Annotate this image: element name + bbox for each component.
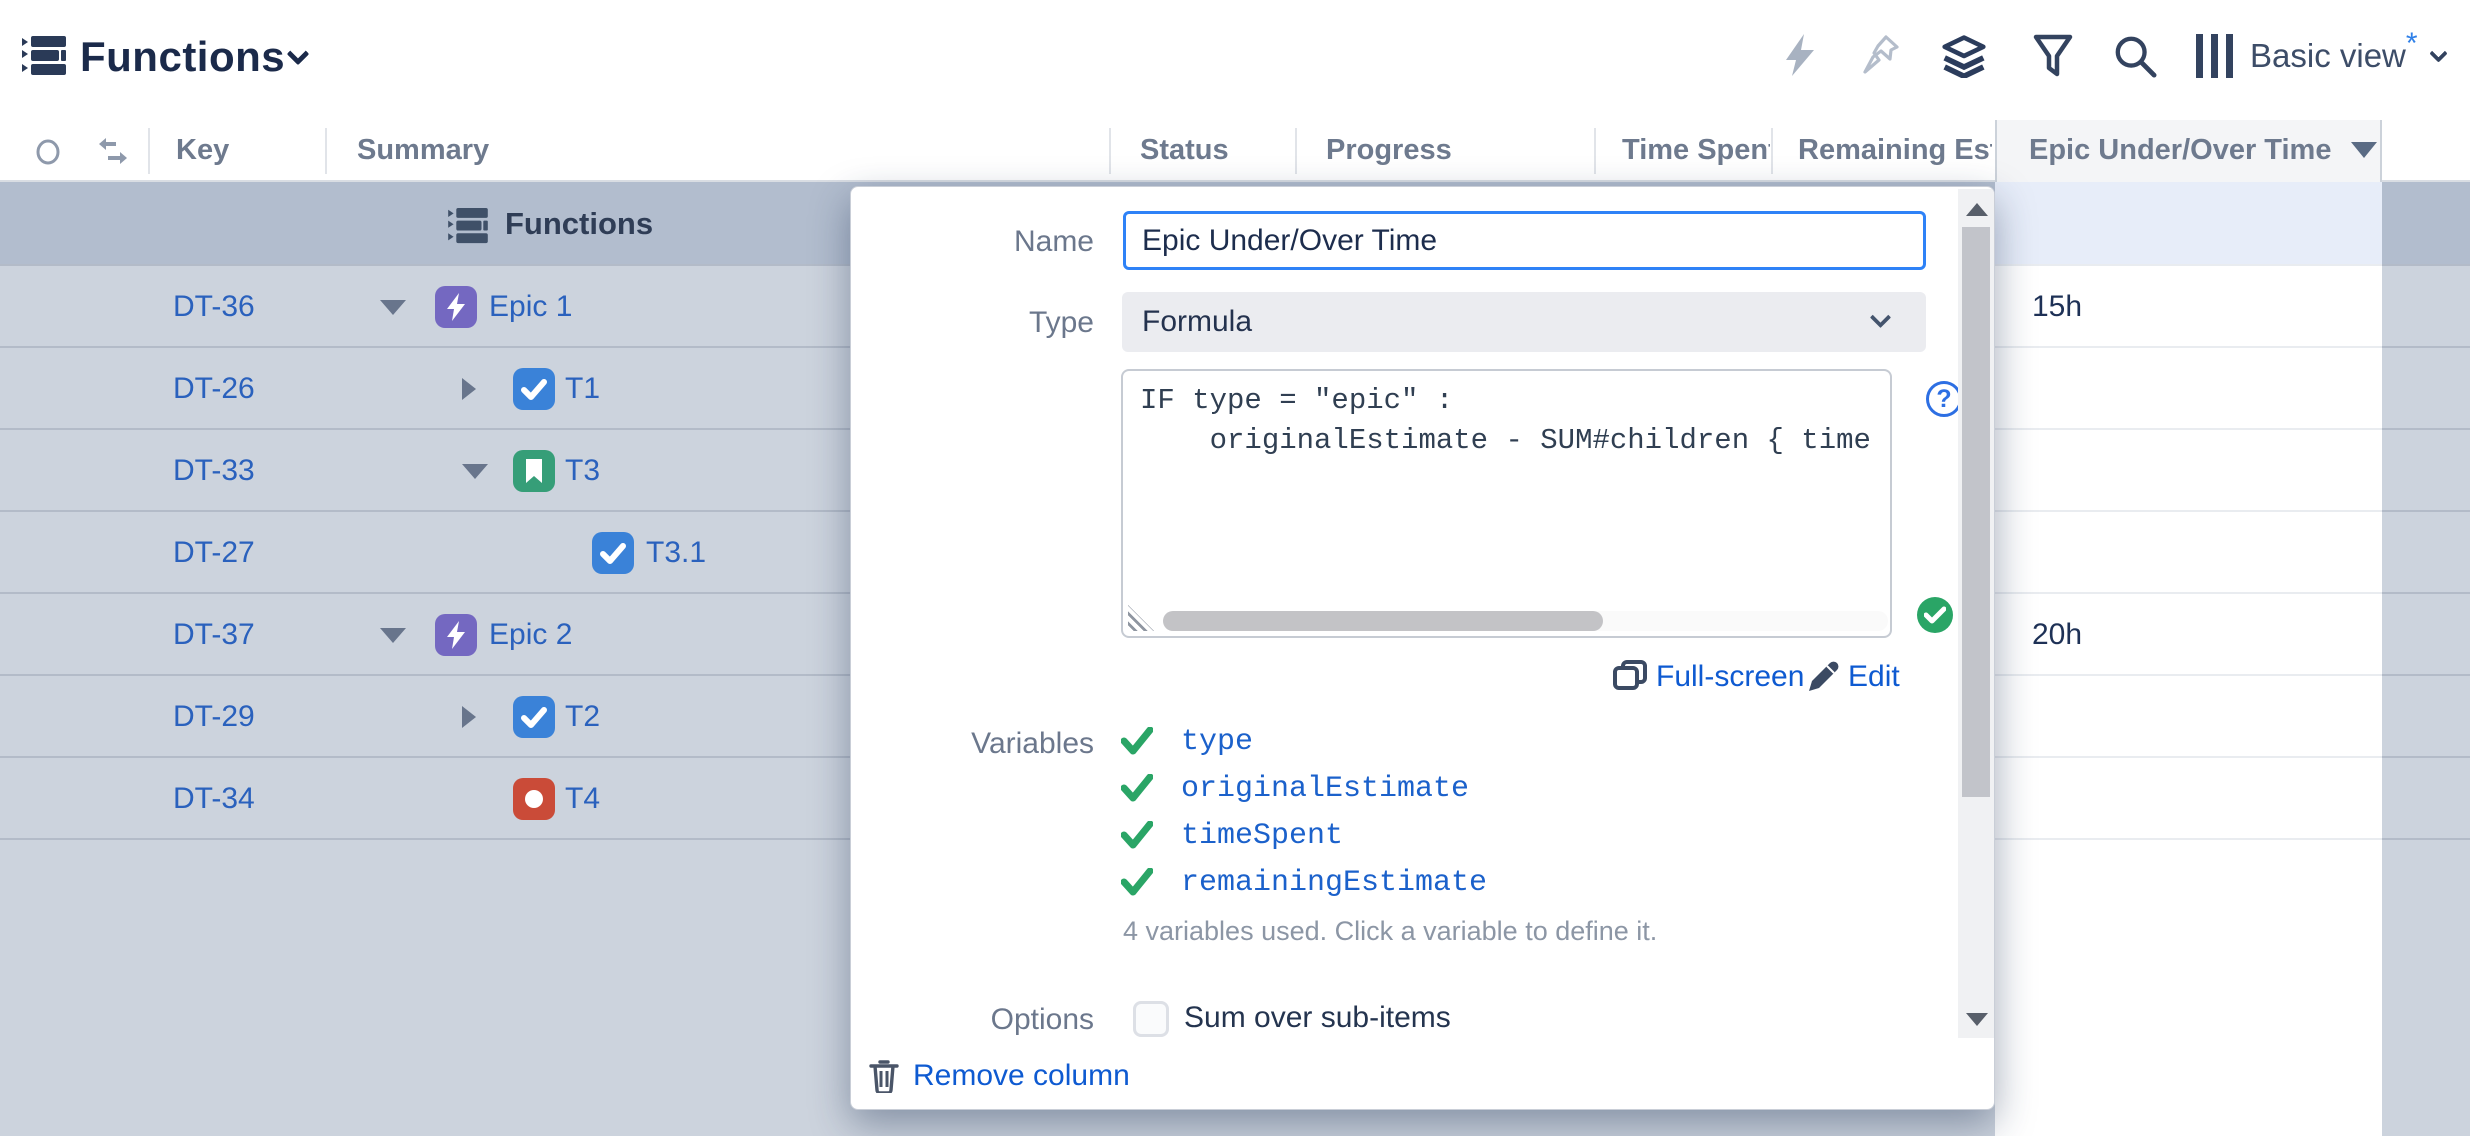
variables-label: Variables [891, 727, 1094, 761]
task-issue-type-icon [592, 532, 634, 574]
column-header-remaining-estimate[interactable]: Remaining Estimate [1798, 134, 1992, 167]
toolbar: Functions Basic view* [0, 0, 2470, 120]
issue-summary[interactable]: T4 [565, 782, 600, 816]
remove-column-link[interactable]: Remove column [913, 1059, 1130, 1093]
variables-note: 4 variables used. Click a variable to de… [1123, 916, 1657, 947]
structure-logo-icon [22, 36, 66, 76]
table-right-empty-area [2380, 182, 2470, 1136]
edit-pencil-icon[interactable] [1805, 657, 1843, 695]
sort-descending-icon [2351, 142, 2377, 158]
variable-defined-check-icon [1121, 868, 1153, 896]
trash-icon[interactable] [869, 1059, 899, 1093]
issue-key[interactable]: DT-34 [173, 782, 255, 816]
issue-summary[interactable]: T3.1 [646, 536, 706, 570]
task-issue-type-icon [513, 368, 555, 410]
scroll-up-arrow-icon[interactable] [1966, 203, 1988, 216]
issue-summary[interactable]: Epic 1 [489, 290, 572, 324]
variable-link[interactable]: type [1181, 725, 1253, 759]
view-bars-icon [2196, 34, 2234, 78]
issue-key[interactable]: DT-29 [173, 700, 255, 734]
epic-issue-type-icon [435, 286, 477, 328]
issue-summary[interactable]: T2 [565, 700, 600, 734]
pin-icon[interactable] [1860, 34, 1906, 78]
view-switcher[interactable]: Basic view* [2196, 30, 2445, 82]
variable-link[interactable]: remainingEstimate [1181, 866, 1487, 900]
automation-lightning-icon[interactable] [1778, 34, 1824, 78]
issue-key[interactable]: DT-27 [173, 536, 255, 570]
epic-column-group-row [1995, 182, 2382, 266]
formula-code[interactable]: IF type = "epic" : originalEstimate - SU… [1140, 381, 1880, 461]
formula-horizontal-scrollbar[interactable] [1163, 611, 1888, 631]
scroll-down-arrow-icon[interactable] [1966, 1013, 1988, 1026]
epic-column-cell-value[interactable]: 20h [2032, 618, 2082, 652]
variable-defined-check-icon [1121, 774, 1153, 802]
scrollbar-thumb[interactable] [1163, 611, 1603, 631]
options-label: Options [891, 1003, 1094, 1037]
formula-editor[interactable]: IF type = "epic" : originalEstimate - SU… [1121, 369, 1892, 638]
issue-key[interactable]: DT-26 [173, 372, 255, 406]
expand-expander-icon[interactable] [462, 706, 476, 728]
structure-group-icon [448, 208, 488, 244]
variable-defined-check-icon [1121, 821, 1153, 849]
epic-under-over-time-column: 15h 20h [1995, 182, 2382, 1136]
issue-key[interactable]: DT-33 [173, 454, 255, 488]
move-swap-icon[interactable] [96, 137, 130, 167]
column-header-epic-under-over-time[interactable]: Epic Under/Over Time [1995, 120, 2382, 182]
column-header-progress[interactable]: Progress [1326, 134, 1452, 167]
variable-link[interactable]: originalEstimate [1181, 772, 1469, 806]
view-modified-mark: * [2406, 27, 2418, 61]
formula-valid-check-icon [1917, 597, 1953, 633]
layers-icon[interactable] [1941, 34, 1987, 78]
select-chevron-down-icon [1870, 307, 1891, 328]
column-header-summary[interactable]: Summary [357, 134, 489, 167]
collapse-expander-icon[interactable] [380, 300, 406, 315]
variable-defined-check-icon [1121, 727, 1153, 755]
variable-link[interactable]: timeSpent [1181, 819, 1343, 853]
column-header-row: Key Summary Status Progress Time Spent R… [0, 120, 2470, 182]
column-type-value: Formula [1142, 305, 1252, 339]
column-type-select[interactable]: Formula [1122, 292, 1926, 352]
structure-app: Functions Basic view* [0, 0, 2470, 1136]
issue-key[interactable]: DT-36 [173, 290, 255, 324]
collapse-expander-icon[interactable] [462, 464, 488, 479]
expand-expander-icon[interactable] [462, 378, 476, 400]
fullscreen-icon[interactable] [1613, 660, 1647, 692]
formula-help-icon[interactable]: ? [1926, 381, 1962, 417]
task-issue-type-icon [513, 696, 555, 738]
type-field-label: Type [891, 306, 1094, 340]
structure-title-chevron-down-icon[interactable] [287, 43, 310, 66]
issue-summary[interactable]: T3 [565, 454, 600, 488]
popup-scrollbar[interactable] [1958, 189, 1995, 1038]
column-settings-popup: Name Type Formula IF type = "epic" : ori… [850, 186, 1995, 1110]
group-row-label: Functions [505, 206, 653, 242]
column-header-key[interactable]: Key [176, 134, 229, 167]
view-chevron-down-icon [2429, 44, 2447, 62]
sum-over-subitems-checkbox[interactable] [1133, 1001, 1169, 1037]
fullscreen-link[interactable]: Full-screen [1656, 660, 1804, 694]
epic-column-cell-value[interactable]: 15h [2032, 290, 2082, 324]
sum-over-subitems-label[interactable]: Sum over sub-items [1184, 1001, 1451, 1035]
structure-title[interactable]: Functions [80, 33, 285, 81]
filter-icon[interactable] [2030, 34, 2076, 78]
name-field-label: Name [891, 225, 1094, 259]
search-icon[interactable] [2112, 34, 2158, 78]
view-name: Basic view [2250, 37, 2406, 75]
collapse-expander-icon[interactable] [380, 628, 406, 643]
flag-circle-icon[interactable] [36, 139, 60, 165]
story-issue-type-icon [513, 450, 555, 492]
bug-issue-type-icon [513, 778, 555, 820]
column-header-time-spent[interactable]: Time Spent [1622, 134, 1770, 167]
edit-link[interactable]: Edit [1848, 660, 1900, 694]
issue-summary[interactable]: T1 [565, 372, 600, 406]
issue-summary[interactable]: Epic 2 [489, 618, 572, 652]
resize-grip-icon[interactable] [1128, 605, 1154, 631]
column-header-status[interactable]: Status [1140, 134, 1229, 167]
issue-key[interactable]: DT-37 [173, 618, 255, 652]
epic-column-header-label: Epic Under/Over Time [2029, 134, 2341, 167]
epic-issue-type-icon [435, 614, 477, 656]
column-name-input[interactable] [1123, 211, 1926, 270]
popup-scrollbar-thumb[interactable] [1962, 227, 1990, 797]
